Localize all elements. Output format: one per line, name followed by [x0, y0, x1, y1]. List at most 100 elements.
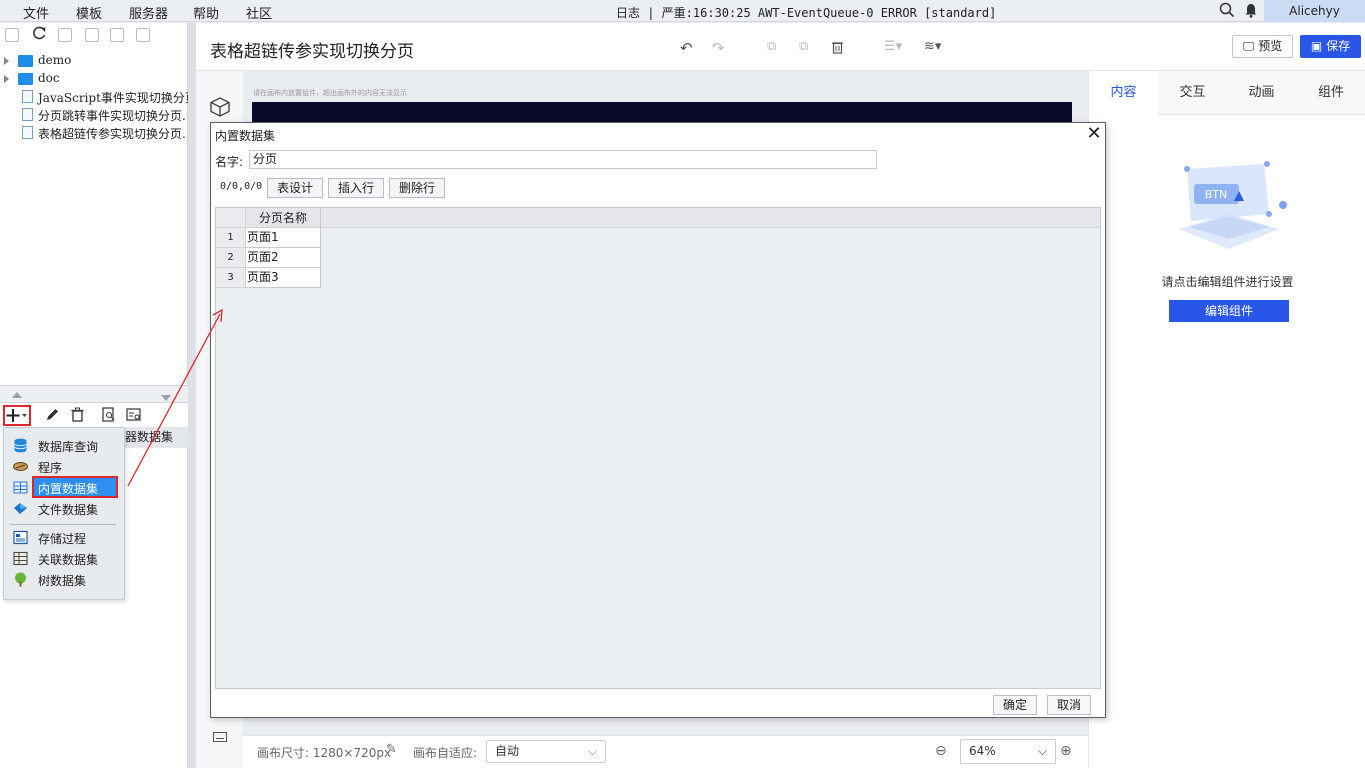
name-label: 名字: [215, 155, 244, 169]
tree-item-file[interactable]: 分页跳转事件实现切换分页. [0, 106, 188, 124]
builtin-dataset-icon [13, 480, 28, 494]
database-icon [13, 438, 28, 453]
undo-icon[interactable]: ↶ [680, 39, 693, 57]
refresh-icon[interactable] [32, 26, 47, 44]
delete-icon[interactable] [70, 407, 85, 425]
dialog-title: 内置数据集 [215, 129, 276, 143]
expand-icon[interactable] [4, 57, 9, 65]
grid-corner [216, 208, 246, 228]
delete-icon[interactable] [110, 28, 124, 42]
tree-item-file[interactable]: JavaScript事件实现切换分页 [0, 88, 188, 106]
row-number[interactable]: 2 [216, 248, 246, 268]
align-icon[interactable]: ☰▾ [884, 39, 902, 54]
expand-icon[interactable] [4, 75, 9, 83]
file-dataset-icon [13, 501, 28, 515]
tab-content[interactable]: 内容 [1089, 71, 1158, 115]
table-cell[interactable]: 页面2 [246, 248, 321, 268]
builtin-dataset-dialog: 内置数据集 ✕ 名字: 分页 0/0,0/0 表设计 插入行 删除行 分页名称 … [210, 122, 1106, 718]
bell-icon[interactable] [1244, 3, 1258, 21]
zoom-out-icon[interactable]: ⊖ [935, 743, 947, 759]
monitor-icon: 🖵 [1242, 39, 1255, 53]
tree-dataset-icon [13, 572, 28, 587]
canvas-component[interactable] [252, 102, 1072, 122]
menu-item-file-dataset[interactable]: 文件数据集 [4, 498, 124, 518]
tree-item-file[interactable]: 表格超链传参实现切换分页. [0, 124, 188, 142]
folder-icon [18, 73, 33, 85]
chevron-down-icon: ⌵ [1037, 744, 1047, 758]
insert-row-button[interactable]: 插入行 [328, 178, 384, 198]
menu-server[interactable]: 服务器 [129, 3, 168, 22]
property-panel: 内容 交互 动画 组件 BTN 请点击编辑组件进行设置 编辑组件 [1088, 71, 1365, 768]
save-button[interactable]: ▣ 保存 [1300, 35, 1361, 58]
table-cell[interactable]: 页面3 [246, 268, 321, 288]
menu-help[interactable]: 帮助 [193, 3, 219, 22]
menu-item-tree-dataset[interactable]: 树数据集 [4, 569, 124, 589]
delete-row-button[interactable]: 删除行 [389, 178, 445, 198]
menu-community[interactable]: 社区 [246, 3, 272, 22]
paste-component-icon[interactable]: ⧉ [799, 39, 808, 54]
stored-procedure-icon [13, 530, 28, 545]
save-icon: ▣ [1310, 39, 1323, 53]
close-icon[interactable]: ✕ [1083, 123, 1105, 145]
row-number[interactable]: 3 [216, 268, 246, 288]
menu-item-builtin-dataset[interactable]: 内置数据集 [4, 476, 124, 498]
collapse-up-icon[interactable] [12, 392, 22, 398]
zoom-select[interactable]: 64% ⌵ [960, 739, 1056, 764]
menu-divider [10, 524, 116, 525]
joined-dataset-icon [13, 551, 28, 566]
menu-template[interactable]: 模板 [76, 3, 102, 22]
canvas-size-label: 画布尺寸: 1280×720px [257, 746, 392, 760]
menu-item-program[interactable]: 程序 [4, 456, 124, 476]
add-dataset-button[interactable] [3, 405, 31, 426]
zoom-in-icon[interactable]: ⊕ [1060, 743, 1072, 759]
cancel-button[interactable]: 取消 [1047, 695, 1091, 715]
report-file-icon [22, 126, 33, 139]
component-illustration: BTN [1169, 159, 1289, 259]
edit-icon[interactable] [45, 407, 60, 425]
tree-item-demo[interactable]: demo [0, 52, 188, 70]
empty-hint: 请点击编辑组件进行设置 [1161, 275, 1294, 289]
menu-bar: 文件 模板 服务器 帮助 社区 日志 | 严重:16:30:25 AWT-Eve… [0, 0, 1365, 22]
keyboard-icon[interactable] [213, 731, 227, 745]
column-header[interactable]: 分页名称 [246, 208, 321, 228]
user-menu[interactable]: Alicehyy [1264, 0, 1365, 22]
copy-icon[interactable] [136, 28, 150, 42]
tab-component[interactable]: 组件 [1296, 71, 1365, 115]
illustration-label: BTN [1205, 188, 1228, 201]
component-cube-icon[interactable] [209, 96, 231, 121]
menu-item-joined-dataset[interactable]: 关联数据集 [4, 548, 124, 568]
copy-component-icon[interactable]: ⧉ [767, 39, 776, 54]
properties-icon[interactable] [58, 28, 72, 42]
ok-button[interactable]: 确定 [993, 695, 1037, 715]
canvas-fit-select[interactable]: 自动 ⌵ [486, 740, 606, 763]
add-dataset-menu: 数据库查询 程序 内置数据集 文件数据集 存储过程 关联数据集 树数据集 [3, 427, 125, 600]
report-file-icon [22, 90, 33, 103]
menu-file[interactable]: 文件 [23, 3, 49, 22]
pencil-icon[interactable]: ✎ [386, 742, 397, 757]
tab-interaction[interactable]: 交互 [1158, 71, 1227, 115]
menu-item-stored-procedure[interactable]: 存储过程 [4, 527, 124, 547]
search-icon[interactable] [1219, 2, 1235, 21]
settings-icon[interactable] [85, 28, 99, 42]
trash-icon[interactable] [831, 40, 844, 57]
new-folder-icon[interactable] [5, 28, 19, 42]
cell-position: 0/0,0/0 [220, 181, 263, 192]
edit-component-button[interactable]: 编辑组件 [1169, 300, 1289, 322]
name-input[interactable]: 分页 [249, 150, 877, 169]
page-title: 表格超链传参实现切换分页 [210, 42, 414, 62]
grid-header [216, 208, 1100, 228]
preview-button[interactable]: 🖵 预览 [1232, 35, 1293, 58]
program-icon [13, 459, 28, 473]
row-number[interactable]: 1 [216, 228, 246, 248]
preview-dataset-icon[interactable] [101, 407, 116, 425]
table-cell[interactable]: 页面1 [246, 228, 321, 248]
canvas-bottom-bar: 画布尺寸: 1280×720px ✎ 画布自适应: 自动 ⌵ ⊖ 64% ⌵ ⊕ [243, 735, 1088, 768]
layer-icon[interactable]: ≋▾ [924, 39, 941, 54]
tree-item-doc[interactable]: doc [0, 70, 188, 88]
tab-animation[interactable]: 动画 [1227, 71, 1296, 115]
log-status[interactable]: 日志 | 严重:16:30:25 AWT-EventQueue-0 ERROR … [616, 4, 996, 21]
menu-item-database-query[interactable]: 数据库查询 [4, 435, 124, 455]
redo-icon[interactable]: ↷ [712, 39, 725, 57]
table-design-button[interactable]: 表设计 [267, 178, 323, 198]
report-file-icon [22, 108, 33, 121]
